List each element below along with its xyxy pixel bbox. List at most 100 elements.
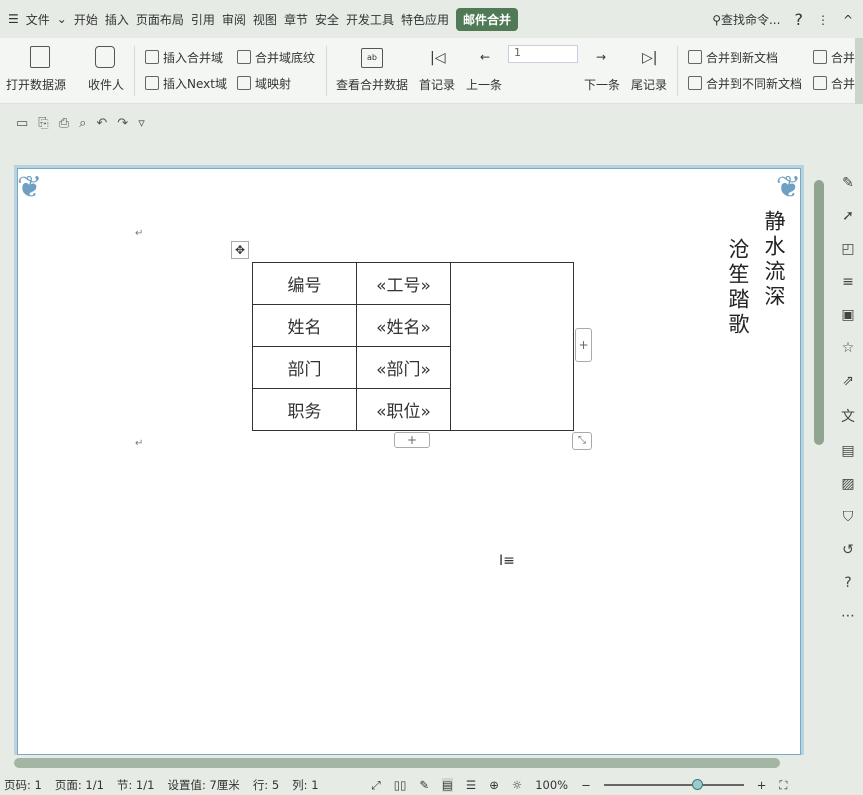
tab-references[interactable]: 引用 [191,11,215,28]
data-source-icon [30,46,50,68]
tab-view[interactable]: 视图 [253,11,277,28]
help-icon[interactable]: ? [844,575,851,591]
menu-file[interactable]: 文件 [26,11,50,28]
zoom-slider[interactable] [604,784,744,786]
cell-field[interactable]: «部门» [357,347,451,389]
star-icon[interactable]: ☆ [842,340,855,356]
merge-table: 编号«工号» 姓名«姓名» 部门«部门» 职务«职位» [252,262,574,431]
save-icon[interactable]: ▭ [16,116,28,131]
page-view-icon[interactable]: ▤ [442,778,453,792]
history-icon[interactable]: ↺ [842,542,854,558]
customize-icon[interactable]: ▿ [138,116,145,131]
format-painter-icon[interactable]: ⎘ [38,116,48,131]
tab-mail-merge[interactable]: 邮件合并 [456,8,518,31]
cell-field[interactable]: «职位» [357,389,451,431]
label: 合并域底纹 [255,51,315,65]
merge-print-button[interactable]: 合并 [813,49,855,66]
cell-photo[interactable] [451,263,574,431]
zoom-level[interactable]: 100% [535,778,568,792]
adjust-icon[interactable]: ≡ [842,274,854,290]
cell-label[interactable]: 职务 [253,389,357,431]
zoom-slider-thumb[interactable] [692,779,703,790]
eye-protection-icon[interactable]: ☼ [512,778,522,792]
tab-security[interactable]: 安全 [315,11,339,28]
menu-right: ⚲查找命令... ? ⋮ ^ [712,10,853,29]
zoom-out-icon[interactable]: − [581,778,591,792]
add-row-button[interactable]: + [394,432,430,448]
merge-to-new-doc-button[interactable]: 合并到新文档 [688,49,778,66]
paragraph-mark: ↵ [135,438,143,449]
first-record-button[interactable]: 首记录 [419,76,455,93]
print-preview-icon[interactable]: ⌕ [79,116,86,131]
more-icon[interactable]: ⋮ [817,13,829,27]
last-record-button[interactable]: 尾记录 [631,76,667,93]
cell-field[interactable]: «工号» [357,263,451,305]
select-icon[interactable]: ➚ [842,208,854,224]
tab-review[interactable]: 审阅 [222,11,246,28]
divider [134,46,135,96]
field-shading-button[interactable]: 合并域底纹 [237,49,315,66]
zoom-in-icon[interactable]: + [757,778,767,792]
shapes-icon[interactable]: ◰ [841,241,854,257]
recipients-button[interactable]: 收件人 [88,76,124,93]
ribbon: 打开数据源 收件人 插入合并域 合并域底纹 插入Next域 域映射 ab 查看合… [0,38,855,104]
web-view-icon[interactable]: ⊕ [489,778,499,792]
page-number[interactable]: 页码: 1 [4,777,42,793]
print-icon[interactable]: ⎙ [59,116,69,131]
label: 合并 [831,51,855,65]
document-page[interactable]: ❦ ❦ ↵ ↵ ✥ 编号«工号» 姓名«姓名» 部门«部门» 职务«职位» + … [14,165,804,755]
field-mapping-button[interactable]: 域映射 [237,75,291,92]
label: 合并到新文档 [706,51,778,65]
redo-icon[interactable]: ↷ [117,116,128,131]
cell-label[interactable]: 编号 [253,263,357,305]
tab-home[interactable]: 开始 [74,11,98,28]
insert-next-button[interactable]: 插入Next域 [145,75,227,92]
gallery-icon[interactable]: ▣ [841,307,854,323]
cell-label[interactable]: 姓名 [253,305,357,347]
tab-chapter[interactable]: 章节 [284,11,308,28]
collapse-ribbon-icon[interactable]: ^ [843,13,853,27]
hamburger-icon[interactable]: ☰ [8,12,19,26]
image-icon[interactable]: ▨ [841,476,854,492]
cell-field[interactable]: «姓名» [357,305,451,347]
page-count[interactable]: 页面: 1/1 [55,777,104,793]
horizontal-scrollbar[interactable] [14,758,780,768]
table-move-handle-icon[interactable]: ✥ [231,241,249,259]
archive-icon[interactable]: ▤ [841,443,854,459]
fullscreen-icon[interactable]: ⤢ [372,778,381,793]
merge-to-different-docs-button[interactable]: 合并到不同新文档 [688,75,802,92]
pen-icon[interactable]: ✎ [842,175,854,191]
outline-icon[interactable]: ☰ [466,778,476,792]
view-data-icon: ab [361,48,383,68]
help-icon[interactable]: ? [794,10,803,29]
more-icon[interactable]: ⋯ [841,608,855,624]
divider [677,46,678,96]
insert-merge-field-button[interactable]: 插入合并域 [145,49,223,66]
translate-icon[interactable]: 文 [841,406,855,426]
merge-email-button[interactable]: 合并 [813,75,855,92]
reading-mode-icon[interactable]: ▯▯ [394,778,407,792]
setting-value[interactable]: 设置值: 7厘米 [167,777,239,793]
tab-insert[interactable]: 插入 [105,11,129,28]
tab-layout[interactable]: 页面布局 [136,11,184,28]
search-command[interactable]: ⚲查找命令... [712,11,780,28]
record-number-input[interactable]: 1 [508,45,578,63]
text-cursor-icon: I≡ [499,553,515,569]
add-column-button[interactable]: + [575,328,592,362]
tab-features[interactable]: 特色应用 [401,11,449,28]
next-record-button[interactable]: 下一条 [584,76,620,93]
view-merged-data-button[interactable]: 查看合并数据 [336,76,408,93]
shield-icon[interactable]: ⛉ [843,509,854,525]
ribbon-scroll-right[interactable] [855,38,863,104]
vertical-scrollbar[interactable] [814,180,824,445]
undo-icon[interactable]: ↶ [96,116,107,131]
share-icon[interactable]: ⇗ [842,373,854,389]
fit-icon[interactable]: ⛶ [779,778,787,793]
tab-developer[interactable]: 开发工具 [346,11,394,28]
cell-label[interactable]: 部门 [253,347,357,389]
open-data-source-button[interactable]: 打开数据源 [6,76,66,93]
chevron-down-icon[interactable]: ⌄ [57,12,67,26]
prev-record-button[interactable]: 上一条 [466,76,502,93]
pen-icon[interactable]: ✎ [419,778,429,792]
resize-table-icon[interactable]: ⤡ [572,432,592,450]
